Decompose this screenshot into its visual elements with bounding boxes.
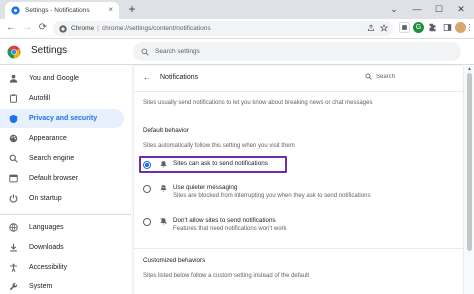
wrench-icon (8, 281, 19, 292)
sidebar-item-default-browser[interactable]: Default browser (0, 169, 124, 188)
sidebar-item-on-startup[interactable]: On startup (0, 189, 124, 208)
sidebar-item-search-engine[interactable]: Search engine (0, 149, 124, 168)
settings-search-input[interactable] (155, 48, 435, 55)
profile-avatar[interactable] (455, 22, 466, 33)
tab-title: Settings - Notifications (25, 7, 90, 14)
chrome-site-icon (59, 24, 67, 33)
shield-icon (8, 113, 19, 124)
chrome-logo-icon (7, 45, 21, 64)
sidebar-item-label: Appearance (29, 135, 67, 142)
search-icon (8, 153, 19, 164)
settings-gear-icon (11, 6, 20, 15)
scroll-up-arrow-icon[interactable]: ▲ (467, 66, 472, 72)
divider (134, 91, 463, 92)
highlight-annotation-box (139, 156, 287, 173)
address-prefix: Chrome (71, 25, 95, 32)
page-title: Notifications (160, 74, 199, 81)
customized-behaviors-heading: Customized behaviors (143, 257, 206, 264)
sidebar-item-downloads[interactable]: Downloads (0, 238, 124, 257)
settings-header: Settings (0, 39, 474, 65)
sidebar-item-label: You and Google (29, 75, 79, 82)
divider (134, 248, 463, 249)
back-button[interactable]: ← (4, 21, 18, 35)
scrollbar-thumb[interactable] (467, 73, 472, 251)
side-panel-icon[interactable] (442, 22, 452, 33)
option-description: Sites are blocked from interrupting you … (173, 193, 371, 199)
sidebar-item-label: Privacy and security (29, 115, 98, 122)
option-label: Use quieter messaging (173, 184, 238, 191)
tab-settings-notifications[interactable]: Settings - Notifications × (5, 2, 119, 19)
tab-search-dropdown-icon[interactable]: ⌄ (384, 0, 404, 19)
card-search-box[interactable] (365, 73, 457, 80)
clipboard-icon (8, 93, 19, 104)
minimize-button[interactable]: — (407, 0, 427, 19)
sidebar-item-label: Accessibility (29, 264, 68, 271)
person-icon (8, 73, 19, 84)
more-menu-icon[interactable]: ⋮ (466, 22, 474, 33)
sidebar-item-autofill[interactable]: Autofill (0, 89, 124, 108)
palette-icon (8, 133, 19, 144)
search-icon (365, 73, 372, 80)
sidebar-item-label: Default browser (29, 175, 79, 182)
notifications-search-input[interactable] (376, 73, 451, 80)
settings-sidebar: You and Google Autofill Privacy and secu… (0, 66, 131, 294)
forward-button[interactable]: → (20, 21, 34, 35)
sidebar-item-label: Search engine (29, 155, 75, 162)
default-behavior-description: Sites automatically follow this setting … (143, 143, 295, 149)
power-icon (8, 193, 19, 204)
sidebar-item-label: Autofill (29, 95, 51, 102)
sidebar-item-accessibility[interactable]: Accessibility (0, 258, 124, 277)
bell-off-icon (160, 217, 167, 225)
accessibility-icon (8, 262, 19, 273)
share-icon[interactable] (367, 24, 375, 34)
search-icon (141, 48, 149, 56)
radio-button[interactable] (143, 218, 151, 226)
address-bar[interactable]: Chrome | chrome://settings/content/notif… (53, 21, 393, 36)
sidebar-item-label: Downloads (29, 244, 64, 251)
address-url: chrome://settings/content/notifications (101, 25, 211, 32)
notifications-card: ← Notifications Sites usually send notif… (134, 66, 463, 294)
sidebar-divider (0, 214, 131, 215)
sidebar-item-label: On startup (29, 195, 62, 202)
extensions-puzzle-icon[interactable] (427, 22, 438, 33)
settings-search-box[interactable] (133, 42, 461, 61)
extension-icon[interactable] (399, 22, 410, 33)
sidebar-item-privacy-and-security[interactable]: Privacy and security (0, 109, 124, 128)
new-tab-button[interactable]: + (125, 2, 139, 16)
tab-strip: Settings - Notifications × + ⌄ — ☐ ✕ (0, 0, 474, 19)
option-label: Don't allow sites to send notifications (173, 217, 276, 224)
sidebar-item-label: System (29, 283, 53, 290)
sidebar-item-system[interactable]: System (0, 277, 124, 294)
browser-toolbar: ← → ⟳ Chrome | chrome://settings/content… (0, 19, 474, 39)
tab-close-icon[interactable]: × (108, 5, 113, 15)
customized-behaviors-description: Sites listed below follow a custom setti… (143, 273, 310, 279)
intro-text: Sites usually send notifications to let … (143, 100, 373, 106)
bell-quiet-icon (160, 184, 167, 192)
address-separator: | (97, 25, 99, 32)
option-description: Features that need notifications won't w… (173, 226, 287, 232)
radio-option-quieter-messaging[interactable]: Use quieter messaging Sites are blocked … (143, 181, 443, 205)
scrollbar[interactable]: ▲ (466, 66, 474, 294)
grammarly-extension-icon[interactable]: G (413, 22, 424, 33)
settings-title: Settings (31, 45, 68, 56)
maximize-button[interactable]: ☐ (429, 0, 449, 19)
sidebar-item-you-and-google[interactable]: You and Google (0, 69, 124, 88)
radio-option-dont-allow[interactable]: Don't allow sites to send notifications … (143, 214, 443, 238)
sidebar-item-label: Languages (29, 224, 64, 231)
default-behavior-heading: Default behavior (143, 127, 189, 134)
browser-icon (8, 173, 19, 184)
reload-button[interactable]: ⟳ (36, 21, 50, 35)
sidebar-item-languages[interactable]: Languages (0, 218, 124, 237)
radio-button[interactable] (143, 185, 151, 193)
bookmark-star-icon[interactable] (379, 23, 389, 34)
close-window-button[interactable]: ✕ (451, 0, 471, 19)
download-icon (8, 242, 19, 253)
sidebar-item-appearance[interactable]: Appearance (0, 129, 124, 148)
back-arrow-button[interactable]: ← (143, 73, 151, 82)
globe-icon (8, 222, 19, 233)
